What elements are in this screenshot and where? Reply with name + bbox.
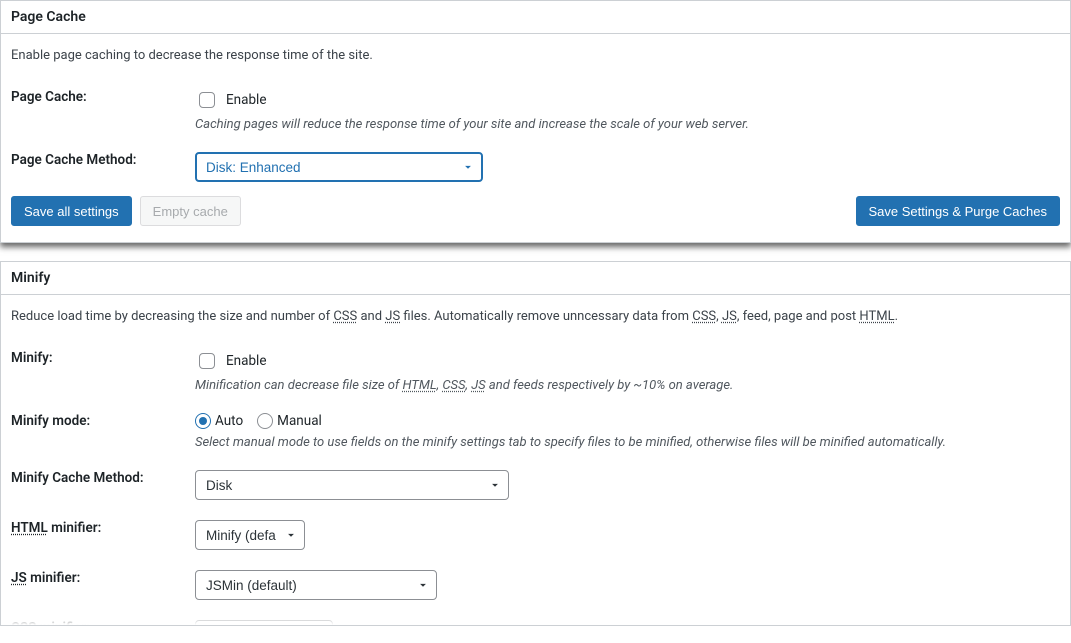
js-abbr: JS <box>385 309 400 324</box>
page-cache-button-bar: Save all settings Empty cache Save Setti… <box>11 192 1060 228</box>
page-cache-panel: Page Cache Enable page caching to decrea… <box>0 0 1071 243</box>
minify-mode-desc: Select manual mode to use fields on the … <box>195 435 1060 450</box>
page-cache-enable-row: Page Cache: Enable Caching pages will re… <box>11 79 1060 142</box>
html-minifier-row: HTML minifier: Minify (default) <box>11 510 1060 560</box>
page-cache-body: Enable page caching to decrease the resp… <box>1 34 1070 242</box>
css-abbr: CSS <box>333 309 357 324</box>
minify-body: Reduce load time by decreasing the size … <box>1 295 1070 626</box>
minify-title: Minify <box>1 262 1070 295</box>
minify-intro: Reduce load time by decreasing the size … <box>11 309 1060 324</box>
html-minifier-select[interactable]: Minify (default) <box>195 520 305 550</box>
page-cache-enable-desc: Caching pages will reduce the response t… <box>195 117 1060 132</box>
minify-enable-checkbox-label[interactable]: Enable <box>226 353 267 369</box>
minify-cache-method-row: Minify Cache Method: Disk <box>11 460 1060 510</box>
page-cache-enable-checkbox-label[interactable]: Enable <box>226 92 267 108</box>
minify-mode-auto-label[interactable]: Auto <box>215 413 243 429</box>
page-cache-enable-label: Page Cache: <box>11 79 195 142</box>
minify-mode-manual-radio[interactable] <box>257 413 273 429</box>
minify-enable-checkbox[interactable] <box>199 353 215 369</box>
minify-cache-method-label: Minify Cache Method: <box>11 460 195 510</box>
minify-enable-row: Minify: Enable Minification can decrease… <box>11 340 1060 403</box>
minify-enable-label: Minify: <box>11 340 195 403</box>
minify-mode-row: Minify mode: Auto Manual Select manual m… <box>11 403 1060 460</box>
save-purge-button[interactable]: Save Settings & Purge Caches <box>856 196 1061 226</box>
page-cache-form: Page Cache: Enable Caching pages will re… <box>11 79 1060 192</box>
page-cache-method-row: Page Cache Method: Disk: Enhanced <box>11 142 1060 192</box>
empty-cache-button: Empty cache <box>140 196 241 226</box>
page-cache-intro: Enable page caching to decrease the resp… <box>11 48 1060 63</box>
minify-cache-method-select[interactable]: Disk <box>195 470 509 500</box>
save-all-settings-button[interactable]: Save all settings <box>11 196 132 226</box>
page-cache-method-label: Page Cache Method: <box>11 142 195 192</box>
minify-panel: Minify Reduce load time by decreasing th… <box>0 261 1071 626</box>
minify-mode-manual-label[interactable]: Manual <box>277 413 322 429</box>
css-minifier-row: CSS minifier: Minify (default) <box>11 610 1060 626</box>
page-cache-title: Page Cache <box>1 1 1070 34</box>
js-minifier-label: JS minifier: <box>11 560 195 610</box>
html-minifier-label: HTML minifier: <box>11 510 195 560</box>
js-minifier-select[interactable]: JSMin (default) <box>195 570 437 600</box>
css-minifier-select[interactable]: Minify (default) <box>195 620 333 626</box>
minify-mode-label: Minify mode: <box>11 403 195 460</box>
html-abbr: HTML <box>859 309 894 324</box>
page-cache-method-select[interactable]: Disk: Enhanced <box>195 152 483 182</box>
minify-mode-auto-radio[interactable] <box>195 413 211 429</box>
css-abbr-2: CSS <box>692 309 716 324</box>
js-minifier-row: JS minifier: JSMin (default) <box>11 560 1060 610</box>
js-abbr-2: JS <box>722 309 737 324</box>
minify-form: Minify: Enable Minification can decrease… <box>11 340 1060 626</box>
minify-enable-desc: Minification can decrease file size of H… <box>195 378 1060 393</box>
page-cache-enable-checkbox[interactable] <box>199 92 215 108</box>
css-minifier-label: CSS minifier: <box>11 610 195 626</box>
